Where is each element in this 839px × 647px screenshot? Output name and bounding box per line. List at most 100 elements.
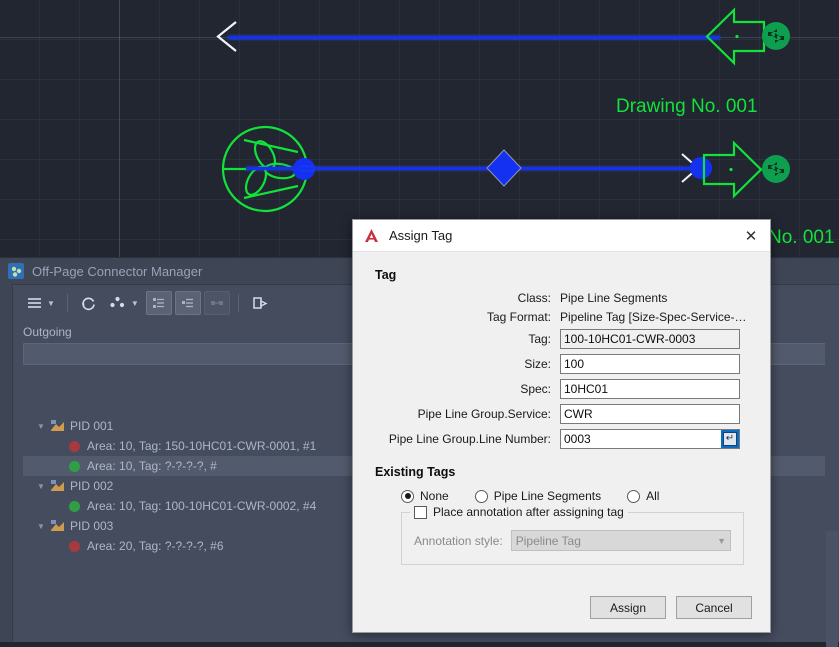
refresh-button[interactable] bbox=[76, 291, 102, 315]
annotation-style-label: Annotation style: bbox=[414, 534, 503, 548]
size-input[interactable]: 100 bbox=[560, 354, 740, 374]
existing-tags-title: Existing Tags bbox=[375, 465, 748, 479]
checkbox-icon[interactable] bbox=[414, 506, 427, 519]
tree-group-label: PID 002 bbox=[70, 479, 113, 493]
connector-status-badge-top[interactable] bbox=[760, 20, 792, 52]
radio-label: None bbox=[420, 489, 449, 503]
spec-label: Spec: bbox=[375, 382, 560, 396]
radio-icon bbox=[627, 490, 640, 503]
class-value: Pipe Line Segments bbox=[560, 291, 667, 305]
status-dot-red bbox=[69, 441, 80, 452]
enter-arrow-icon: ↵ bbox=[723, 432, 737, 446]
annotation-style-select[interactable]: Pipeline Tag ▼ bbox=[511, 530, 731, 551]
service-row: Pipe Line Group.Service: CWR bbox=[375, 404, 748, 424]
radio-option-all[interactable]: All bbox=[627, 489, 659, 503]
arrowhead-left-icon bbox=[214, 20, 244, 56]
radio-option-pipe-line-segments[interactable]: Pipe Line Segments bbox=[475, 489, 601, 503]
tag-group-title: Tag bbox=[375, 268, 748, 282]
nodes-icon bbox=[109, 296, 126, 311]
pid-drawing-icon bbox=[50, 519, 65, 533]
pipe-line-top[interactable] bbox=[228, 36, 720, 39]
chevron-down-icon[interactable]: ▼ bbox=[37, 522, 50, 531]
line-number-label: Pipe Line Group.Line Number: bbox=[375, 432, 560, 446]
menu-caret-icon[interactable]: ▼ bbox=[47, 299, 55, 308]
tag-format-label: Tag Format: bbox=[375, 310, 560, 324]
drawing-number-label-bottom: No. 001 bbox=[768, 227, 835, 249]
tree-item-label: Area: 20, Tag: ?-?-?-?, #6 bbox=[87, 539, 224, 553]
class-row: Class: Pipe Line Segments bbox=[375, 291, 748, 305]
status-dot-green bbox=[69, 501, 80, 512]
node-options-caret-icon[interactable]: ▼ bbox=[131, 299, 139, 308]
status-dot-red bbox=[69, 541, 80, 552]
pid-drawing-icon bbox=[50, 419, 65, 433]
line-number-wrapper: 0003 ↵ bbox=[560, 429, 740, 449]
tag-format-row: Tag Format: Pipeline Tag [Size-Spec-Serv… bbox=[375, 310, 748, 324]
cancel-button[interactable]: Cancel bbox=[676, 596, 752, 619]
radio-icon bbox=[475, 490, 488, 503]
drawing-number-label-top: Drawing No. 001 bbox=[616, 96, 758, 118]
service-input[interactable]: CWR bbox=[560, 404, 740, 424]
node-options-button[interactable] bbox=[105, 291, 131, 315]
radio-option-none[interactable]: None bbox=[401, 489, 449, 503]
radio-icon-selected bbox=[401, 490, 414, 503]
tree-item-label: Area: 10, Tag: ?-?-?-?, # bbox=[87, 459, 217, 473]
spec-row: Spec: 10HC01 bbox=[375, 379, 748, 399]
tag-row: Tag: 100-10HC01-CWR-0003 bbox=[375, 329, 748, 349]
place-annotation-checkbox-row[interactable]: Place annotation after assigning tag bbox=[410, 505, 628, 519]
place-annotation-label: Place annotation after assigning tag bbox=[433, 505, 624, 519]
tree-view-button-3[interactable] bbox=[204, 291, 230, 315]
tag-format-value: Pipeline Tag [Size-Spec-Service-… bbox=[560, 310, 747, 324]
off-page-connector-arrow-right[interactable] bbox=[702, 141, 764, 199]
radio-label: Pipe Line Segments bbox=[494, 489, 601, 503]
service-label: Pipe Line Group.Service: bbox=[375, 407, 560, 421]
dialog-button-bar: Assign Cancel bbox=[590, 596, 752, 619]
tree-link-icon bbox=[210, 296, 224, 310]
dialog-title: Assign Tag bbox=[389, 228, 736, 243]
status-dot-green bbox=[69, 461, 80, 472]
class-label: Class: bbox=[375, 291, 560, 305]
hamburger-icon bbox=[27, 297, 42, 309]
dialog-titlebar[interactable]: Assign Tag ✕ bbox=[353, 220, 770, 252]
panel-scrollbar-thumb[interactable] bbox=[826, 531, 838, 647]
tree-view-button-2[interactable] bbox=[175, 291, 201, 315]
tag-input[interactable]: 100-10HC01-CWR-0003 bbox=[560, 329, 740, 349]
chevron-down-icon[interactable]: ▼ bbox=[37, 482, 50, 491]
spec-input[interactable]: 10HC01 bbox=[560, 379, 740, 399]
tree-item-label: Area: 10, Tag: 100-10HC01-CWR-0002, #4 bbox=[87, 499, 316, 513]
annotation-style-value: Pipeline Tag bbox=[516, 534, 581, 548]
export-button[interactable] bbox=[247, 291, 273, 315]
close-icon[interactable]: ✕ bbox=[736, 223, 766, 249]
annotation-style-row: Annotation style: Pipeline Tag ▼ bbox=[414, 530, 731, 551]
annotation-group: Place annotation after assigning tag Ann… bbox=[401, 512, 744, 565]
valve-diamond-symbol[interactable] bbox=[484, 148, 524, 188]
tree-expand-icon bbox=[152, 296, 166, 310]
tree-group-label: PID 003 bbox=[70, 519, 113, 533]
connector-status-badge-bottom[interactable] bbox=[760, 153, 792, 185]
refresh-icon bbox=[80, 295, 97, 312]
pid-drawing-icon bbox=[50, 479, 65, 493]
line-number-row: Pipe Line Group.Line Number: 0003 ↵ bbox=[375, 429, 748, 449]
tree-view-button-1[interactable] bbox=[146, 291, 172, 315]
export-icon bbox=[251, 295, 268, 311]
menu-button[interactable] bbox=[21, 291, 47, 315]
line-number-input[interactable]: 0003 bbox=[560, 429, 740, 449]
radio-label: All bbox=[646, 489, 659, 503]
tree-item-label: Area: 10, Tag: 150-10HC01-CWR-0001, #1 bbox=[87, 439, 316, 453]
chevron-down-icon[interactable]: ▼ bbox=[37, 422, 50, 431]
tree-collapse-icon bbox=[181, 296, 195, 310]
size-row: Size: 100 bbox=[375, 354, 748, 374]
chevron-down-icon: ▼ bbox=[717, 536, 726, 546]
toolbar-separator-1 bbox=[67, 294, 68, 312]
tag-label: Tag: bbox=[375, 332, 560, 346]
assign-button[interactable]: Assign bbox=[590, 596, 666, 619]
off-page-connector-arrow-left[interactable] bbox=[704, 8, 766, 66]
existing-tags-radio-group: None Pipe Line Segments All bbox=[375, 489, 748, 503]
autocad-logo-icon bbox=[363, 228, 380, 243]
line-number-pick-button[interactable]: ↵ bbox=[721, 430, 739, 448]
toolbar-separator-2 bbox=[238, 294, 239, 312]
panel-app-icon bbox=[8, 263, 24, 279]
panel-scrollbar[interactable] bbox=[825, 285, 839, 642]
panel-title: Off-Page Connector Manager bbox=[32, 264, 202, 279]
assign-tag-dialog: Assign Tag ✕ Tag Class: Pipe Line Segmen… bbox=[352, 219, 771, 633]
tree-group-label: PID 001 bbox=[70, 419, 113, 433]
